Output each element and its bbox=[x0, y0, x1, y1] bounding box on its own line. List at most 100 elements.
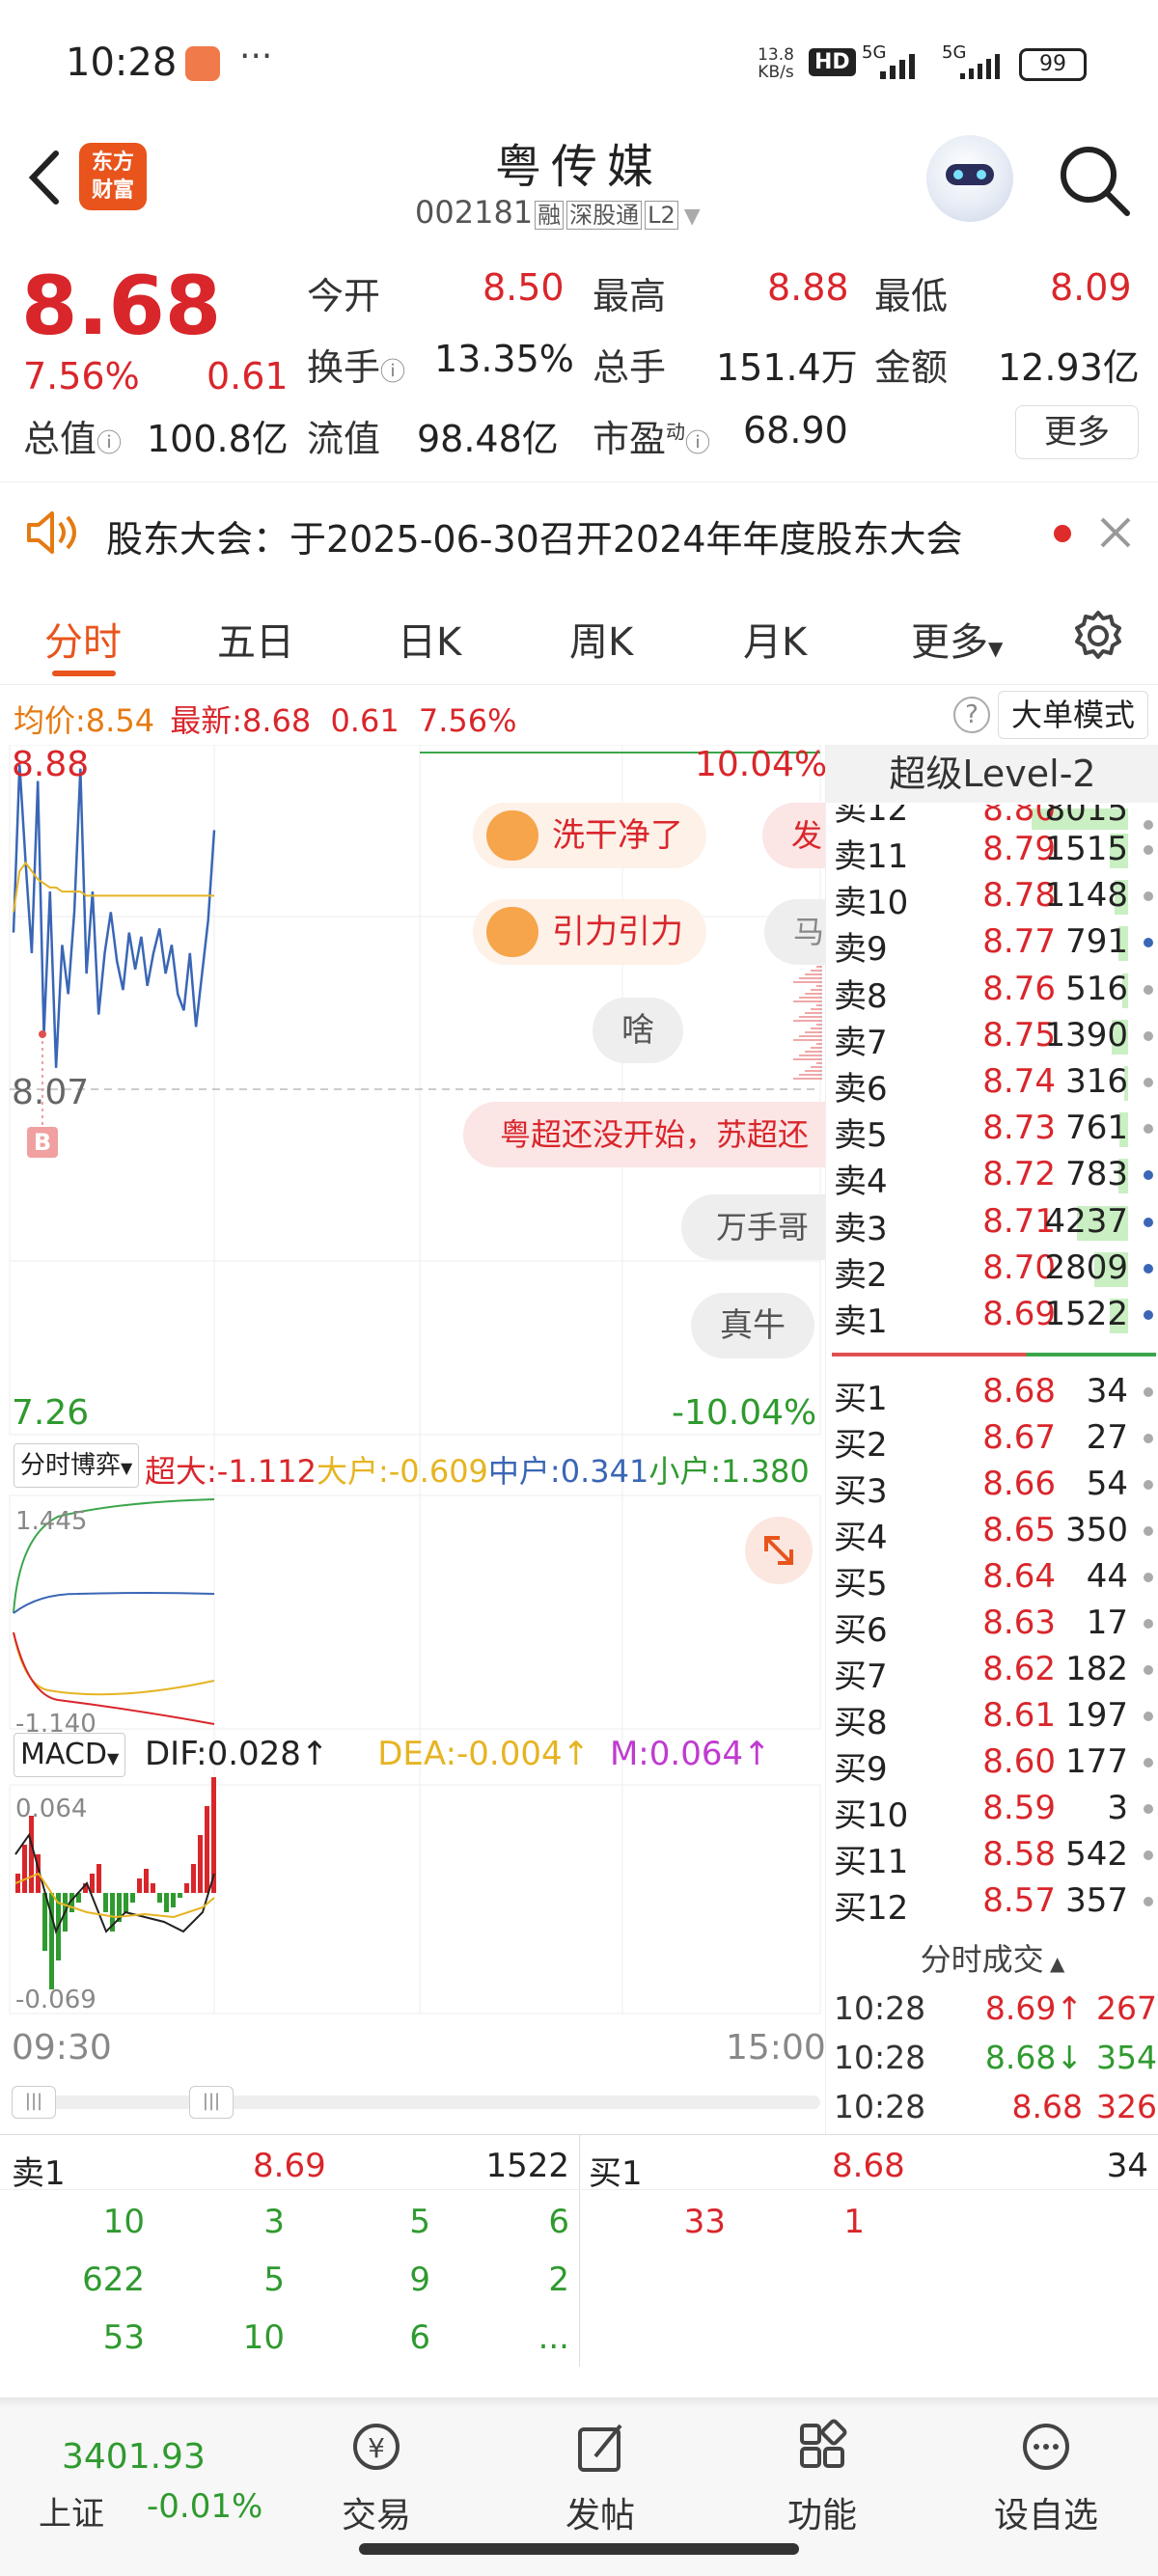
range-handle-left[interactable]: ||| bbox=[12, 2086, 56, 2119]
macd-selector[interactable]: MACD▼ bbox=[14, 1733, 126, 1777]
stock-code: 002181 bbox=[415, 194, 534, 231]
ask-price: 8.73 bbox=[982, 1109, 1056, 1148]
intraday-chart[interactable]: 8.88 10.04% 8.07 7.26 -10.04% B 洗干净了 引力引… bbox=[0, 744, 827, 2134]
assistant-robot-icon[interactable] bbox=[926, 135, 1013, 222]
bid-row[interactable]: 买9 8.60 177 bbox=[834, 1742, 1157, 1789]
ask-price: 8.80 bbox=[982, 805, 1056, 829]
queue-bid-total: 34 bbox=[1106, 2147, 1148, 2185]
macd-bar bbox=[198, 1835, 203, 1893]
ask-label: 卖1 bbox=[834, 1302, 888, 1341]
comment-bubble-partial[interactable]: 发 bbox=[762, 803, 825, 868]
tab-monthly-k[interactable]: 月K bbox=[743, 611, 807, 667]
bid-volume: 44 bbox=[1086, 1557, 1128, 1596]
bid-row[interactable]: 买1 8.68 34 bbox=[834, 1372, 1157, 1418]
index-name[interactable]: 上证 bbox=[39, 2487, 104, 2535]
range-handle-right[interactable]: ||| bbox=[189, 2086, 234, 2119]
nav-post[interactable]: 发帖 bbox=[533, 2418, 668, 2537]
nav-trade[interactable]: ¥ 交易 bbox=[309, 2418, 444, 2537]
bid-row[interactable]: 买10 8.59 3 bbox=[834, 1789, 1157, 1835]
macd-ymax: 0.064 bbox=[15, 1795, 88, 1823]
tab-daily-k[interactable]: 日K bbox=[398, 611, 461, 667]
time-range-scrollbar[interactable] bbox=[12, 2096, 820, 2109]
bid-row[interactable]: 买4 8.65 350 bbox=[834, 1511, 1157, 1557]
hd-icon: HD bbox=[809, 48, 856, 76]
ask-row[interactable]: 卖8 8.76 516 bbox=[834, 970, 1157, 1016]
ask-row[interactable]: 卖12 8.808015 bbox=[834, 805, 1157, 830]
close-icon[interactable] bbox=[1096, 513, 1135, 552]
back-icon[interactable] bbox=[21, 148, 69, 207]
queue-bid-cell: 1 bbox=[843, 2203, 865, 2241]
notice-bar[interactable]: 股东大会：于2025-06-30召开2024年年度股东大会 bbox=[0, 482, 1158, 584]
ask-row[interactable]: 卖4 8.72 783 bbox=[834, 1155, 1157, 1201]
comment-bubble[interactable]: 真牛 bbox=[691, 1293, 814, 1358]
help-icon[interactable]: ? bbox=[953, 697, 990, 733]
bid-row[interactable]: 买6 8.63 17 bbox=[834, 1603, 1157, 1650]
comment-bubble[interactable]: 引力引力 bbox=[473, 899, 706, 965]
ticks-title[interactable]: 分时成交 ▲ bbox=[826, 1935, 1158, 1980]
ask-volume: 4237 bbox=[1044, 1201, 1128, 1241]
nav-functions[interactable]: 功能 bbox=[755, 2418, 890, 2537]
chart-tabs: 分时 五日 日K 周K 月K 更多▼ bbox=[0, 584, 1158, 685]
tab-weekly-k[interactable]: 周K bbox=[569, 611, 633, 667]
bid-volume: 350 bbox=[1065, 1511, 1128, 1549]
queue-ask-label: 卖1 bbox=[12, 2154, 66, 2193]
tab-more[interactable]: 更多▼ bbox=[911, 611, 1003, 667]
expand-icon[interactable] bbox=[745, 1517, 813, 1584]
high-value: 8.88 bbox=[767, 266, 849, 309]
comment-bubble[interactable]: 万手哥 bbox=[681, 1194, 825, 1260]
more-button[interactable]: 更多 bbox=[1015, 405, 1139, 459]
more-notifications-icon: ··· bbox=[239, 37, 273, 76]
bid-row[interactable]: 买8 8.61 197 bbox=[834, 1696, 1157, 1742]
macd-bar bbox=[191, 1864, 196, 1893]
index-change[interactable]: -0.01% bbox=[147, 2487, 262, 2526]
ask-row[interactable]: 卖9 8.77 791 bbox=[834, 922, 1157, 969]
big-order-mode-button[interactable]: 大单模式 bbox=[998, 691, 1148, 739]
expand-icon[interactable]: ▼ bbox=[684, 205, 701, 229]
ask-row[interactable]: 卖2 8.70 2809 bbox=[834, 1248, 1157, 1295]
macd-bar bbox=[164, 1893, 169, 1912]
search-icon[interactable] bbox=[1056, 142, 1133, 219]
level2-title[interactable]: 超级Level-2 bbox=[826, 745, 1158, 803]
tab-intraday[interactable]: 分时 bbox=[44, 611, 122, 667]
ask-row[interactable]: 卖7 8.75 1390 bbox=[834, 1016, 1157, 1062]
more-circle-icon bbox=[1023, 2424, 1069, 2470]
bid-row[interactable]: 买3 8.66 54 bbox=[834, 1465, 1157, 1511]
comment-bubble[interactable]: 粤超还没开始，苏超还 bbox=[463, 1102, 825, 1167]
queue-ask-cell: 53 bbox=[102, 2318, 145, 2357]
ask-row[interactable]: 卖1 8.69 1522 bbox=[834, 1295, 1157, 1341]
nav-add-watchlist[interactable]: 设自选 bbox=[979, 2418, 1114, 2537]
ask-label: 卖12 bbox=[834, 805, 909, 829]
bid-label: 买6 bbox=[834, 1611, 888, 1650]
bid-row[interactable]: 买5 8.64 44 bbox=[834, 1557, 1157, 1603]
ask-row[interactable]: 卖3 8.71 4237 bbox=[834, 1202, 1157, 1248]
bid-row[interactable]: 买12 8.57 357 bbox=[834, 1881, 1157, 1928]
comment-bubble-partial[interactable]: 马 bbox=[764, 899, 825, 965]
ask-row[interactable]: 卖10 8.78 1148 bbox=[834, 876, 1157, 922]
bid-row[interactable]: 买2 8.67 27 bbox=[834, 1418, 1157, 1465]
open-value: 8.50 bbox=[482, 266, 565, 309]
buy-marker[interactable]: B bbox=[27, 1127, 58, 1158]
ask-row[interactable]: 卖6 8.74 316 bbox=[834, 1062, 1157, 1109]
turnover-value: 13.35% bbox=[434, 338, 574, 380]
bid-label: 买10 bbox=[834, 1796, 909, 1835]
tab-five-day[interactable]: 五日 bbox=[217, 611, 294, 667]
ask-row[interactable]: 卖5 8.73 761 bbox=[834, 1109, 1157, 1155]
change-amount: 0.61 bbox=[207, 355, 289, 397]
queue-ask-cell: 6 bbox=[548, 2203, 569, 2241]
header: 东方 财富 粤传媒 002181 融深股通 L2 ▼ bbox=[0, 121, 1158, 241]
flow-selector[interactable]: 分时博弈▼ bbox=[14, 1443, 140, 1488]
comment-bubble[interactable]: 啥 bbox=[593, 998, 683, 1063]
comment-bubble[interactable]: 洗干净了 bbox=[473, 803, 706, 868]
settings-icon[interactable] bbox=[1071, 609, 1125, 663]
bid-row[interactable]: 买11 8.58 542 bbox=[834, 1835, 1157, 1881]
pe-label: 市盈动ⓘ bbox=[593, 418, 711, 460]
bid-volume: 3 bbox=[1107, 1789, 1128, 1827]
margin-tag: 融 bbox=[535, 201, 565, 230]
status-dot bbox=[1144, 984, 1153, 995]
ask-row[interactable]: 卖11 8.79 1515 bbox=[834, 830, 1157, 876]
bid-row[interactable]: 买7 8.62 182 bbox=[834, 1650, 1157, 1696]
tick-row: 10:28 8.68↓ 354 bbox=[834, 2039, 1157, 2085]
ask-volume: 316 bbox=[1065, 1062, 1128, 1101]
index-value[interactable]: 3401.93 bbox=[62, 2437, 206, 2477]
ask-price: 8.72 bbox=[982, 1155, 1056, 1194]
